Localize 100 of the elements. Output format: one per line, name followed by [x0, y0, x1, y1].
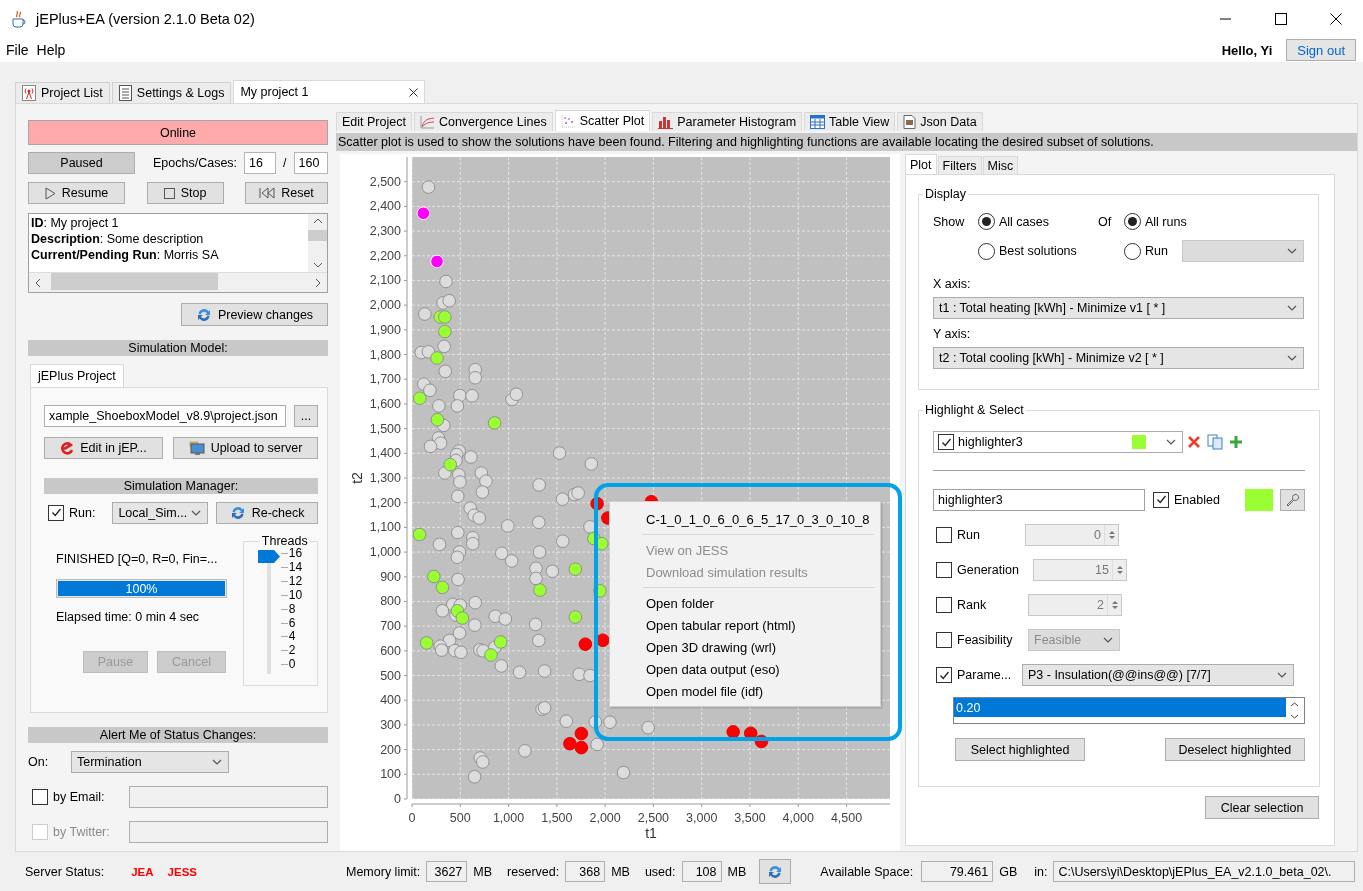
data-point[interactable] — [493, 635, 508, 649]
checkbox[interactable] — [938, 434, 954, 450]
data-point[interactable] — [532, 515, 546, 530]
slider-thumb[interactable] — [257, 550, 280, 563]
y-axis-dropdown[interactable]: t2 : Total cooling [kWh] - Minimize v2 [ * ] — [933, 347, 1304, 369]
preview-button[interactable]: Preview changes — [181, 303, 328, 326]
trigger-dropdown[interactable]: Termination — [71, 751, 229, 773]
tab[interactable]: Misc — [982, 156, 1019, 174]
data-point[interactable] — [413, 391, 427, 405]
data-point[interactable] — [439, 274, 453, 289]
tab[interactable]: Project List — [15, 82, 110, 103]
data-point[interactable] — [512, 665, 527, 680]
radio-button[interactable] — [978, 213, 995, 230]
data-point[interactable] — [468, 618, 482, 632]
data-point[interactable] — [568, 562, 583, 576]
path-field[interactable]: xample_ShoeboxModel_v8.9\project.json — [44, 405, 287, 427]
data-point[interactable] — [528, 617, 543, 632]
data-point[interactable] — [438, 310, 452, 324]
checkbox[interactable] — [32, 789, 48, 805]
data-point[interactable] — [509, 387, 524, 402]
data-point[interactable] — [603, 715, 617, 729]
scroll-left-icon[interactable] — [35, 277, 41, 288]
data-point[interactable] — [427, 569, 441, 584]
scroll-up-icon[interactable] — [1290, 701, 1300, 707]
data-point[interactable] — [494, 546, 509, 561]
close-icon[interactable] — [409, 87, 419, 97]
menu-item[interactable]: Open 3D drawing (wrl) — [612, 636, 878, 658]
data-point[interactable] — [435, 604, 450, 618]
data-point[interactable] — [532, 545, 547, 559]
data-point[interactable] — [475, 485, 490, 499]
data-point[interactable] — [494, 659, 509, 673]
data-point[interactable] — [476, 755, 490, 769]
tab[interactable]: Json Data — [897, 112, 983, 131]
data-point[interactable] — [450, 399, 465, 413]
browse-button[interactable]: ... — [294, 405, 318, 427]
data-point[interactable] — [423, 383, 437, 398]
scroll-down-icon[interactable] — [312, 262, 323, 268]
scroll-right-icon[interactable] — [315, 277, 321, 288]
radio-button[interactable] — [1124, 242, 1141, 260]
data-point[interactable] — [555, 492, 570, 506]
upload-button[interactable]: Upload to server — [173, 437, 318, 459]
data-point[interactable] — [584, 457, 599, 471]
radio-button[interactable] — [1124, 213, 1141, 230]
tab[interactable]: Parameter Histogram — [652, 112, 803, 131]
data-point[interactable] — [518, 744, 532, 758]
data-point[interactable] — [593, 584, 607, 598]
data-point[interactable] — [472, 511, 486, 525]
data-point[interactable] — [552, 446, 567, 460]
data-point[interactable] — [590, 496, 604, 511]
add-icon[interactable] — [1229, 435, 1243, 449]
tab[interactable]: Convergence Lines — [413, 112, 553, 131]
data-point[interactable] — [455, 611, 470, 625]
highlight-button[interactable]: Deselect highlighted — [1164, 738, 1305, 761]
recheck-button[interactable]: Re-check — [216, 502, 318, 524]
toolbar-button[interactable]: Reset — [245, 182, 328, 204]
agent-dropdown[interactable]: Local_Sim... — [112, 502, 209, 524]
data-point[interactable] — [438, 364, 452, 379]
checkbox[interactable] — [936, 667, 952, 683]
menu-item[interactable]: Help — [36, 42, 66, 58]
settings-button[interactable] — [1279, 489, 1305, 511]
data-point[interactable] — [616, 765, 631, 780]
data-point[interactable] — [537, 701, 552, 715]
data-point[interactable] — [468, 371, 482, 385]
data-point[interactable] — [556, 534, 570, 548]
data-point[interactable] — [726, 725, 740, 739]
data-point[interactable] — [596, 633, 610, 647]
toolbar-button[interactable]: Stop — [146, 182, 224, 204]
data-point[interactable] — [571, 486, 585, 500]
radio-button[interactable] — [978, 242, 995, 260]
data-point[interactable] — [754, 734, 769, 749]
data-point[interactable] — [452, 626, 467, 640]
data-point[interactable] — [588, 715, 603, 729]
epochs-field[interactable]: 16 — [244, 152, 277, 174]
menu-item[interactable]: Open data output (eso) — [612, 658, 878, 680]
name-field[interactable]: highlighter3 — [933, 489, 1145, 511]
data-point[interactable] — [443, 457, 457, 472]
data-point[interactable] — [453, 475, 467, 489]
refresh-button[interactable] — [759, 859, 792, 884]
checkbox[interactable] — [48, 504, 64, 521]
data-point[interactable] — [583, 520, 597, 534]
data-point[interactable] — [430, 413, 445, 427]
checkbox[interactable] — [936, 562, 952, 578]
data-point[interactable] — [418, 307, 432, 321]
data-point[interactable] — [568, 610, 583, 624]
data-point[interactable] — [467, 770, 482, 784]
scroll-thumb[interactable] — [308, 229, 327, 241]
toolbar-button[interactable]: Resume — [28, 182, 125, 204]
data-point[interactable] — [421, 345, 436, 359]
scroll-down-icon[interactable] — [1290, 714, 1300, 720]
color-swatch[interactable] — [1244, 489, 1273, 511]
number-spinner[interactable]: 0 — [1025, 524, 1119, 546]
data-point[interactable] — [468, 595, 482, 610]
menu-item[interactable]: Open tabular report (html) — [612, 614, 878, 636]
cases-field[interactable]: 160 — [293, 152, 328, 174]
data-point[interactable] — [435, 580, 450, 595]
data-point[interactable] — [537, 664, 552, 678]
list-item[interactable]: 0.20 — [954, 698, 1286, 717]
data-point[interactable] — [451, 572, 465, 587]
data-point[interactable] — [437, 339, 451, 354]
checkbox[interactable] — [936, 597, 952, 613]
